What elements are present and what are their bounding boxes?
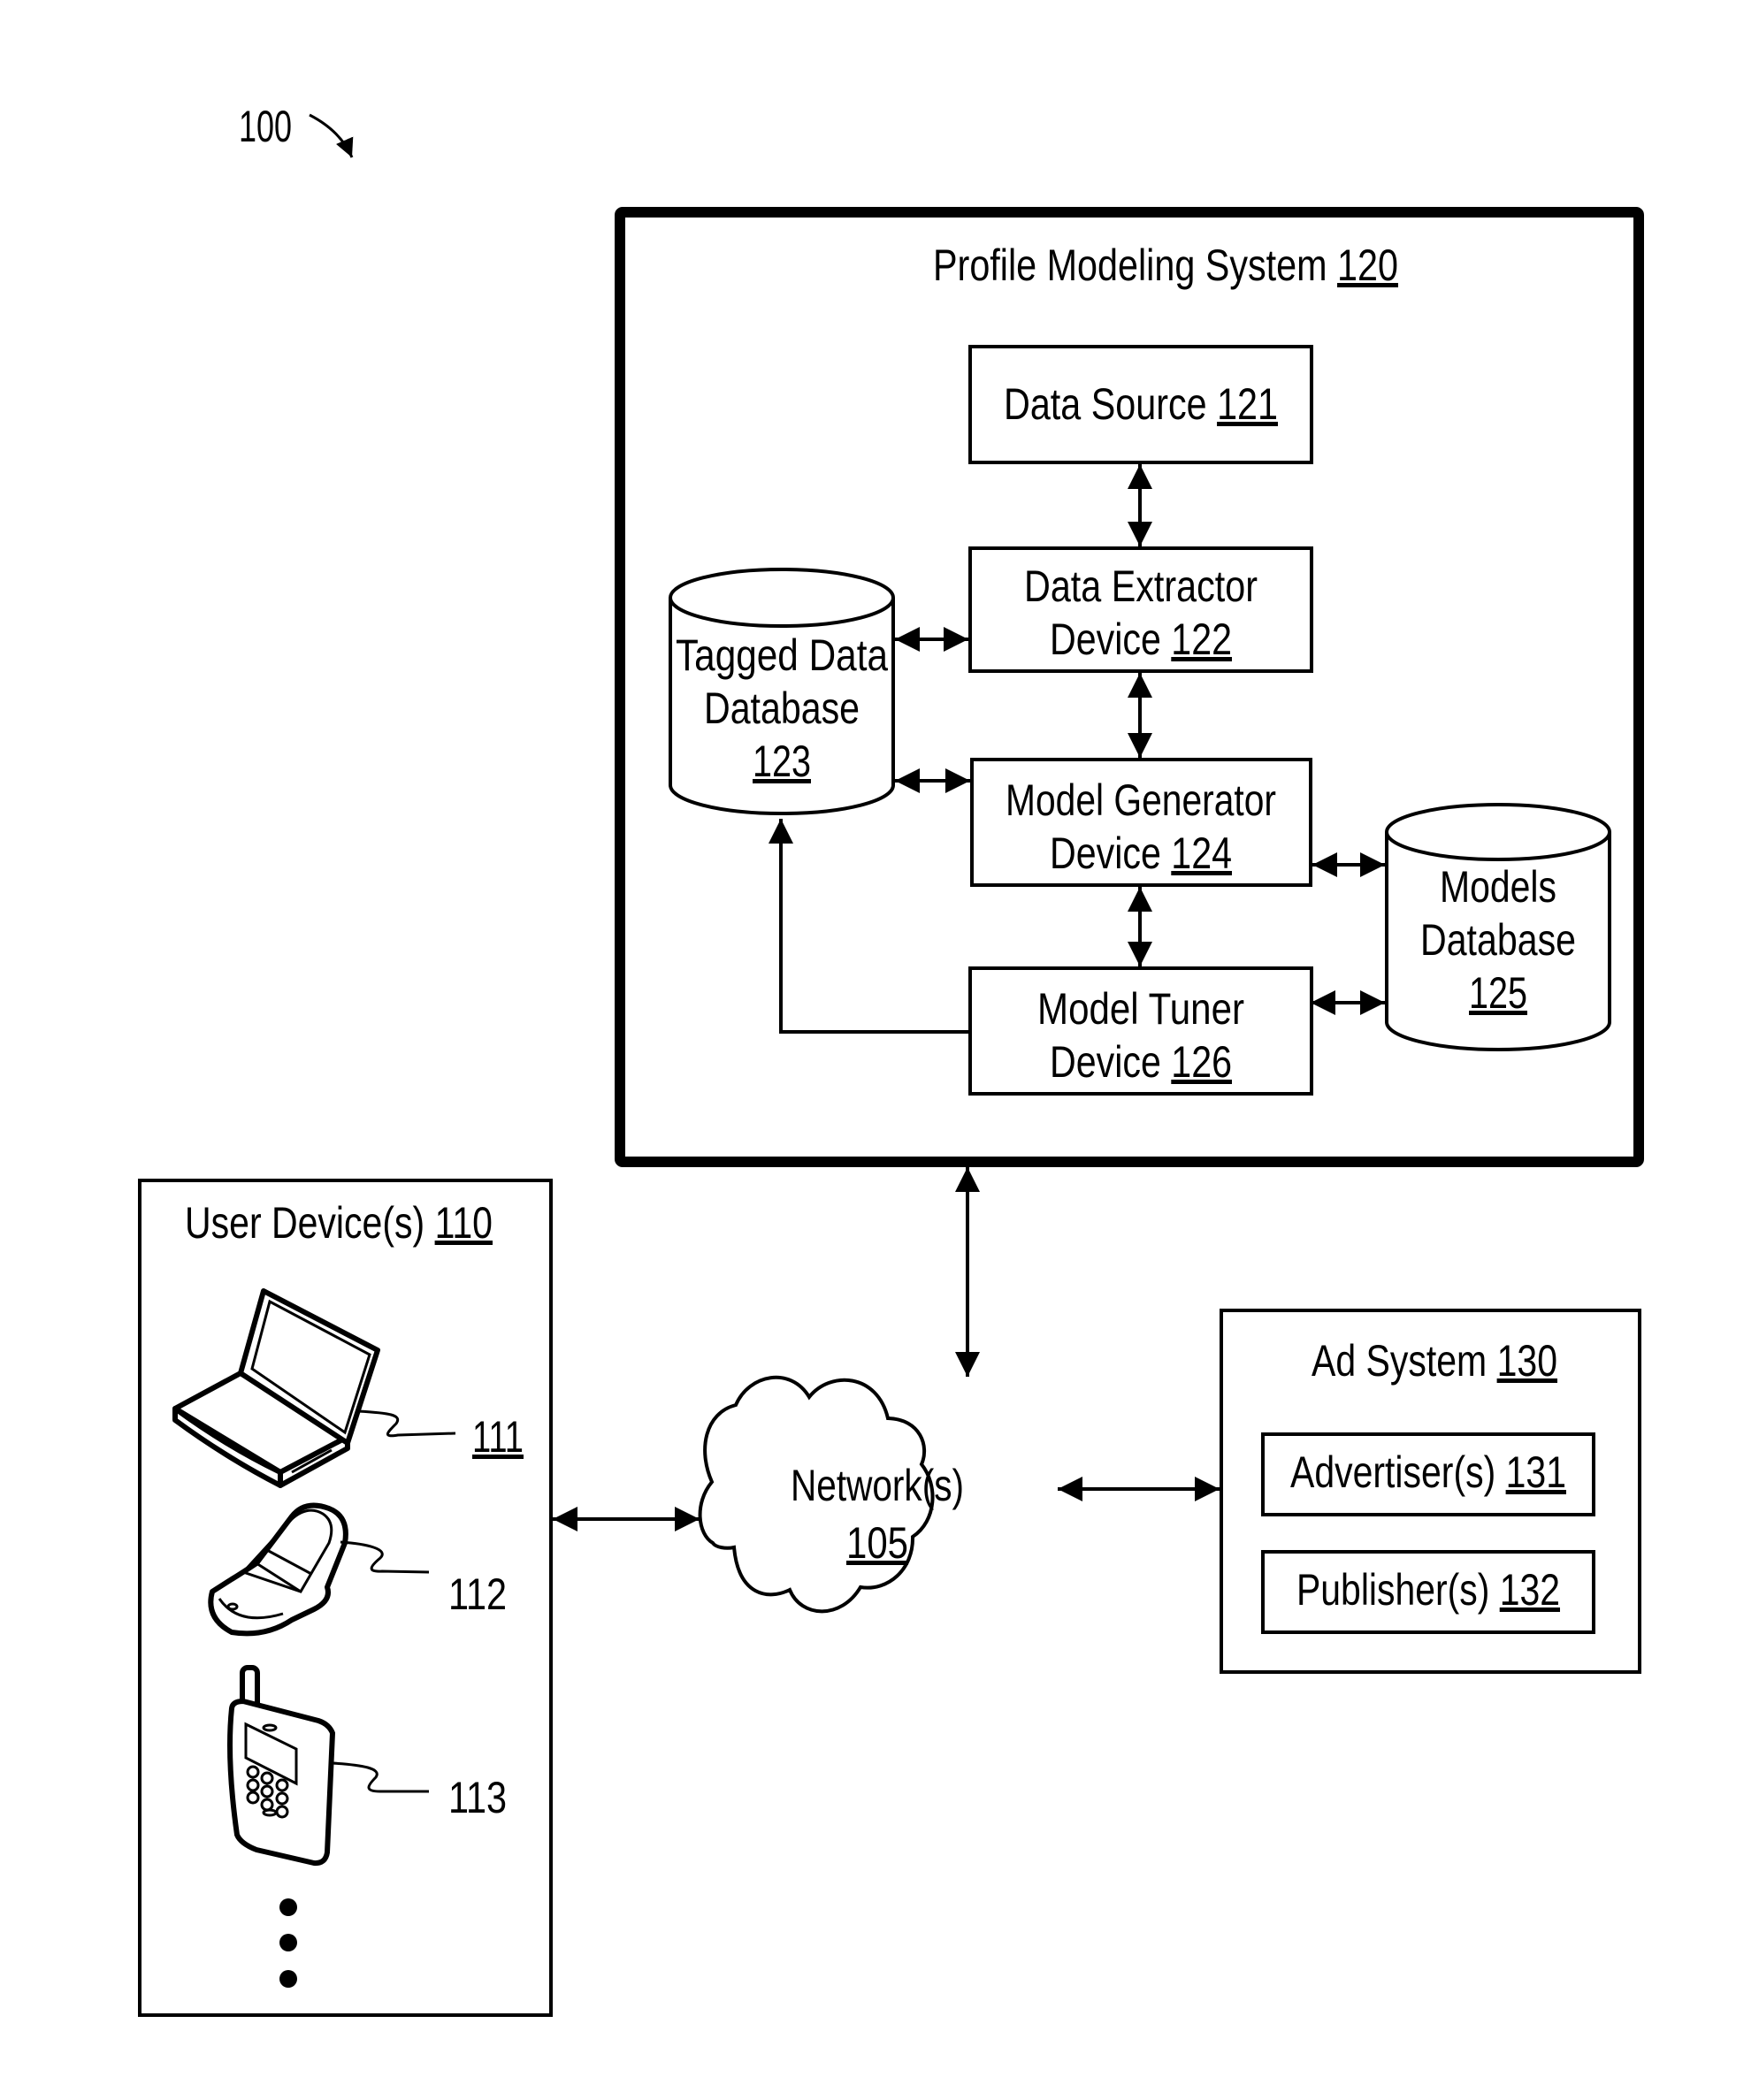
tagged-data-database[interactable]: Tagged Data Database 123 <box>669 568 895 815</box>
data-extractor-label-line2: Device 122 <box>1050 615 1232 664</box>
advertisers[interactable]: Advertiser(s) 131 <box>1261 1432 1595 1516</box>
figure-number: 100 <box>239 102 292 151</box>
model-generator-device[interactable]: Model Generator Device 124 <box>970 758 1312 887</box>
model-tuner-device[interactable]: Model Tuner Device 126 <box>968 966 1313 1096</box>
models-database[interactable]: Models Database 125 <box>1385 803 1611 1051</box>
tagged-data-db-label-line1: Tagged Data <box>676 630 888 680</box>
tagged-data-db-ref: 123 <box>753 737 811 786</box>
models-db-ref: 125 <box>1469 968 1527 1018</box>
model-tuner-label-line2: Device 126 <box>1050 1037 1232 1087</box>
profile-modeling-system-title: Profile Modeling System 120 <box>933 241 1398 290</box>
user-devices-title: User Device(s) 110 <box>185 1198 493 1248</box>
laptop-ref: 111 <box>472 1412 524 1462</box>
tagged-data-db-label-line2: Database <box>704 683 860 733</box>
network-label: Network(s) <box>791 1461 964 1510</box>
data-source[interactable]: Data Source 121 <box>968 345 1313 464</box>
flip-phone-ref: 112 <box>448 1569 507 1619</box>
data-extractor-label-line1: Data Extractor <box>1024 561 1258 611</box>
model-generator-label-line1: Model Generator <box>1006 775 1276 825</box>
connector-tuner-to-taggeddb <box>769 819 970 1034</box>
user-devices: User Device(s) 110 111 112 113 <box>138 1179 553 2017</box>
system-diagram: 100 Profile Modeling System 120 Data Sou… <box>138 102 1644 2017</box>
advertisers-label: Advertiser(s) 131 <box>1290 1447 1566 1497</box>
figure-reference: 100 <box>239 102 354 158</box>
mobile-phone-ref: 113 <box>448 1773 507 1822</box>
ellipsis-vertical-icon <box>279 1898 297 1988</box>
publishers[interactable]: Publisher(s) 132 <box>1261 1550 1595 1634</box>
publishers-label: Publisher(s) 132 <box>1296 1565 1560 1615</box>
model-generator-label-line2: Device 124 <box>1050 829 1232 878</box>
data-source-label: Data Source 121 <box>1004 379 1278 429</box>
model-tuner-label-line1: Model Tuner <box>1037 984 1244 1034</box>
figure-pointer-arrow-icon <box>309 113 354 158</box>
ad-system-title: Ad System 130 <box>1312 1336 1557 1386</box>
network[interactable]: Network(s) 105 <box>698 1375 964 1614</box>
data-extractor-device[interactable]: Data Extractor Device 122 <box>968 546 1313 673</box>
models-db-label-line2: Database <box>1420 915 1576 965</box>
ad-system: Ad System 130 Advertiser(s) 131 Publishe… <box>1220 1309 1641 1674</box>
network-ref: 105 <box>846 1518 908 1568</box>
models-db-label-line1: Models <box>1440 862 1556 912</box>
